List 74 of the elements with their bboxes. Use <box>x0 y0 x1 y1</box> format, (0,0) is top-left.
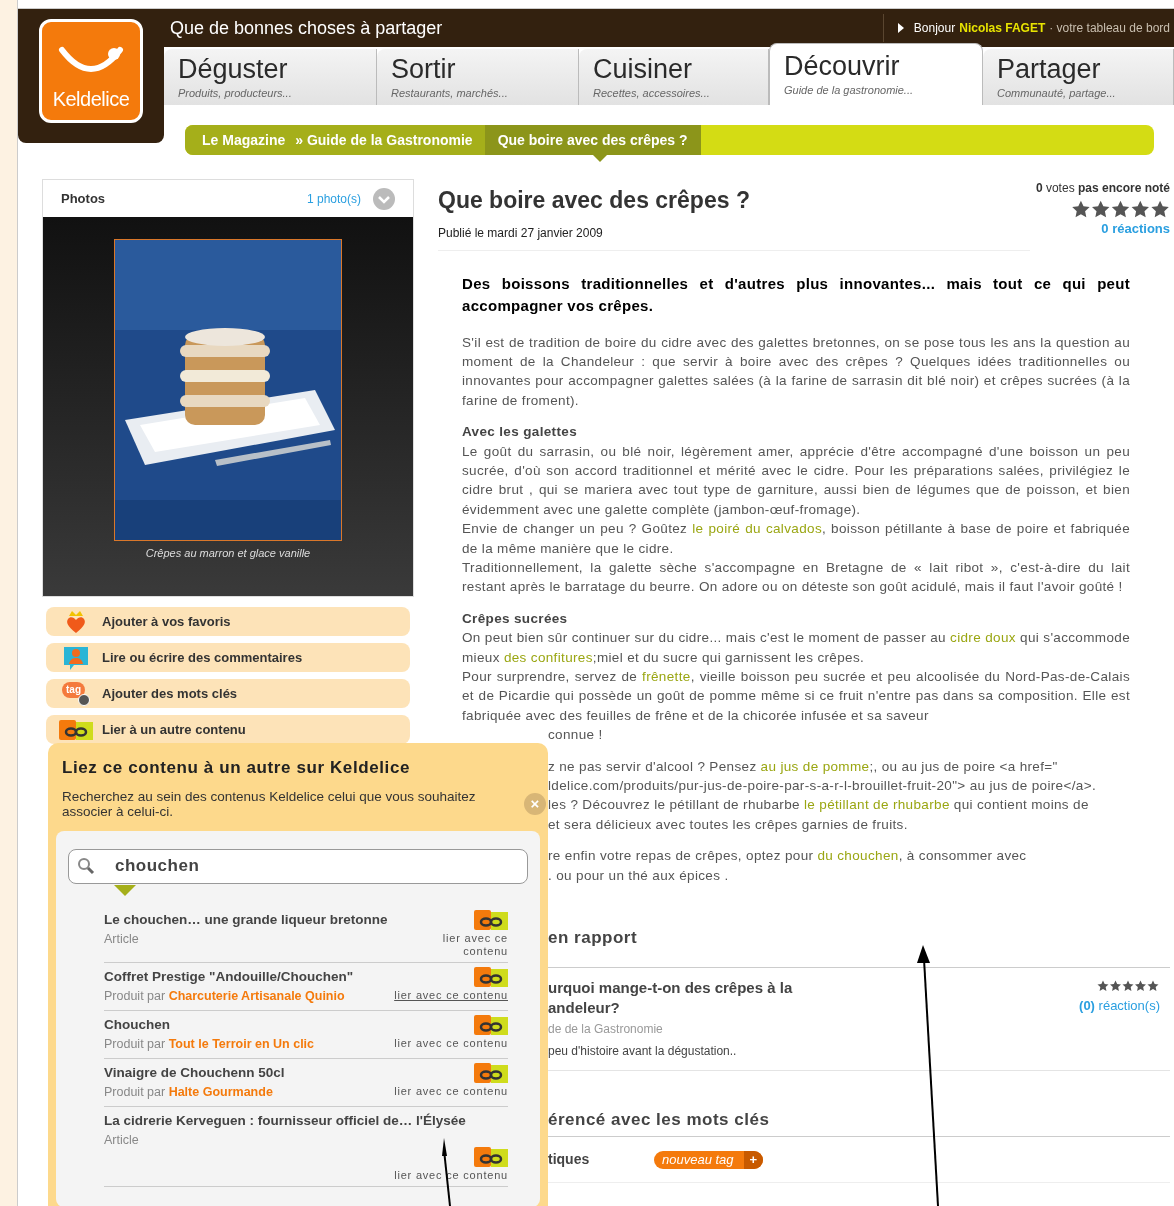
triangle-icon <box>897 23 904 33</box>
new-tag-button[interactable]: nouveau tag + <box>654 1150 764 1169</box>
paragraph: Traditionnellement, la galette sèche s'accompagne en Bretagne de « lait ribot », c'est-à-dire du lait restant après le barratage du beurre. On adore ou on déteste son goût acidulé, mais il faut l'avoir goûté ! <box>462 558 1130 597</box>
link-content-link[interactable]: lier avec ce contenu <box>394 1036 508 1050</box>
paragraph: Le goût du sarrasin, ou blé noir, légèrement amer, apprécie d'être accompagné d'une boisson un peu sucrée, d'où son accord traditionnel et mérité avec le cidre. Pour les préparations salées, privilégiez le cidre brut , qui se mariera avec tout type de garniture, aussi bien de légumes que de poisson, et bien évidemment avec une galette complète (jambon-œuf-fromage). <box>462 442 1130 519</box>
result-type: Produit par <box>104 1036 166 1051</box>
paragraph: les ? Découvrez le pétillant de rhubarbe le pétillant de rhubarbe qui contient moins de <box>548 796 1089 815</box>
pointer-icon <box>592 155 607 162</box>
action-button[interactable]: tag Ajouter des mots clés <box>46 679 410 708</box>
result-title: La cidrerie Kerveguen : fournisseur officiel de… l'Élysée <box>104 1111 466 1130</box>
link-content-link[interactable]: lier avec ce contenu <box>428 931 508 958</box>
nav-tab[interactable]: Cuisiner Recettes, accessoires... <box>579 49 769 105</box>
chevron-down-icon[interactable] <box>373 187 395 210</box>
result-title: Vinaigre de Chouchenn 50cl <box>104 1063 285 1082</box>
paragraph: connue ! <box>548 726 603 745</box>
logo-text: Keldelice <box>52 87 130 112</box>
related-excerpt: peu d'histoire avant la dégustation.. <box>548 1042 738 1060</box>
link-content-link[interactable]: lier avec ce contenu <box>394 1084 508 1098</box>
article-title: Que boire avec des crêpes ? <box>438 186 751 215</box>
result-title: Chouchen <box>104 1015 170 1034</box>
result-row[interactable]: Vinaigre de Chouchenn 50cl Produit par Halte Gourmande lier avec ce contenu <box>104 1058 508 1107</box>
related-category: de de la Gastronomie <box>548 1020 664 1038</box>
result-row[interactable]: Coffret Prestige "Andouille/Chouchen" Produit par Charcuterie Artisanale Quinio lier avec ce contenu <box>104 962 508 1011</box>
paragraph: ldelice.com/produits/pur-jus-de-poire-par-s-a-r-l-brouillet-fruit-20"> au jus de poire</a>. <box>548 777 1096 796</box>
panel-title: Photos <box>61 189 107 208</box>
link-icon <box>474 1014 508 1035</box>
paragraph: et sera délicieux avec toutes les crêpes garnies de fruits. <box>548 815 908 834</box>
greeting: Bonjour <box>913 20 956 37</box>
section-heading: Avec les galettes <box>462 423 578 442</box>
related-title[interactable]: urquoi mange-t-on des crêpes à la andeleur? <box>548 977 828 1018</box>
paragraph: Envie de changer un peu ? Goûtez le poiré du calvados, boisson pétillante à base de poire et fabriquée de la même manière que le cidre. <box>462 520 1130 558</box>
popup-description: Recherchez au sein des contenus Keldelice celui que vous souhaitez associer à celui-ci. <box>61 788 477 819</box>
nav-tab[interactable]: Partager Communauté, partage... <box>983 49 1174 105</box>
result-row[interactable]: Chouchen Produit par Tout le Terroir en Un clic lier avec ce contenu <box>104 1010 508 1059</box>
nav-tab[interactable]: Découvrir Guide de la gastronomie... <box>769 43 983 105</box>
link-icon <box>474 1062 508 1083</box>
publish-date: Publié le mardi 27 janvier 2009 <box>438 224 604 242</box>
result-type: Article <box>104 1132 139 1147</box>
paragraph: re enfin votre repas de crêpes, optez pour du chouchen, à consommer avec <box>548 847 1027 866</box>
nav-tab[interactable]: Déguster Produits, producteurs... <box>164 49 377 105</box>
link-icon <box>474 1146 508 1167</box>
result-title: Coffret Prestige "Andouille/Chouchen" <box>104 967 354 986</box>
result-row[interactable]: Le chouchen… une grande liqueur bretonne Article lier avec ce contenu <box>104 905 508 963</box>
star-rating-icon <box>1071 200 1170 219</box>
tagline: Que de bonnes choses à partager <box>169 16 444 40</box>
star-rating-icon <box>1096 979 1160 992</box>
dashboard-link[interactable]: · votre tableau de bord <box>1049 19 1170 37</box>
vote-summary: 0 votes pas encore noté <box>1035 180 1170 197</box>
search-field[interactable]: chouchen <box>68 848 528 884</box>
paragraph: On peut bien sûr continuer sur du cidre... mais c'est le moment de passer au cidre doux qui s'accommode mieux des confitures;miel et du sucre qui garnissent les crêpes. <box>462 629 1130 667</box>
paragraph: . ou pour un thé aux épices . <box>548 866 729 885</box>
result-type: Produit par <box>104 1084 166 1099</box>
nav-tab[interactable]: Sortir Restaurants, marchés... <box>377 49 579 105</box>
link-icon <box>474 966 508 987</box>
result-title: Le chouchen… une grande liqueur bretonne <box>104 910 388 929</box>
photo-caption: Crêpes au marron et glace vanille <box>145 546 311 561</box>
link-icon <box>59 719 93 740</box>
paragraph: z ne pas servir d'alcool ? Pensez au jus de pomme;, ou au jus de poire <a href=" <box>548 757 1058 776</box>
keyword-label: tiques <box>548 1150 591 1170</box>
result-type: Article <box>104 931 139 946</box>
search-icon <box>76 855 96 876</box>
section-title: érencé avec les mots clés <box>548 1106 1170 1138</box>
pointer-icon <box>114 884 136 896</box>
action-button[interactable]: Ajouter à vos favoris <box>46 607 410 636</box>
paragraph: S'il est de tradition de boire du cidre avec des galettes bretonnes, on se pose tous les ans la question au moment de la Chandeleur : que servir à boire avec des crêpes ? Quelques idées traditionnelles ou innovantes pour accompagner galettes salées (à la farine de sarrasin dit blé noir) et crêpes sucrées (à la farine de froment). <box>462 333 1130 410</box>
action-button[interactable]: Lier à un autre contenu <box>46 715 410 744</box>
popup-title: Liez ce contenu à un autre sur Keldelice <box>61 757 412 779</box>
action-button[interactable]: Lire ou écrire des commentaires <box>46 643 410 672</box>
article-lead: Des boissons traditionnelles et d'autres plus innovantes... mais tout ce qui peut accompagner vos crêpes. <box>462 273 1130 316</box>
section-heading: Crêpes sucrées <box>462 609 569 628</box>
link-content-link[interactable]: lier avec ce contenu <box>394 988 508 1002</box>
link-icon <box>474 909 508 930</box>
user-link[interactable]: Nicolas FAGET <box>959 19 1046 37</box>
result-type: Produit par <box>104 988 166 1003</box>
